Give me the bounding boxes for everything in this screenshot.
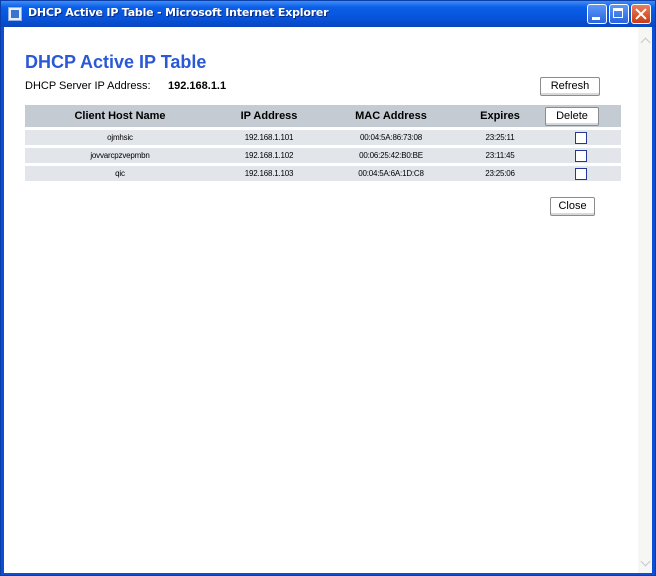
refresh-button[interactable]: Refresh: [540, 77, 600, 96]
table-row: qic 192.168.1.103 00:04:5A:6A:1D:C8 23:2…: [25, 166, 621, 181]
cell-ip: 192.168.1.103: [215, 166, 323, 181]
close-window-icon[interactable]: [631, 4, 651, 24]
dhcp-table-container: Client Host Name IP Address MAC Address …: [25, 105, 621, 184]
window-title: DHCP Active IP Table - Microsoft Interne…: [28, 6, 329, 19]
cell-expires: 23:11:45: [459, 148, 541, 163]
cell-host: jovvarcpzvepmbn: [25, 148, 215, 163]
browser-window: DHCP Active IP Table - Microsoft Interne…: [0, 0, 656, 576]
cell-ip: 192.168.1.101: [215, 130, 323, 145]
cell-ip: 192.168.1.102: [215, 148, 323, 163]
window-client-area: DHCP Active IP Table DHCP Server IP Addr…: [4, 27, 652, 573]
close-button[interactable]: Close: [550, 197, 595, 216]
cell-delete: [541, 166, 621, 181]
scroll-down-icon[interactable]: [639, 557, 651, 569]
scroll-up-icon[interactable]: [639, 35, 651, 47]
cell-delete: [541, 130, 621, 145]
table-row: ojmhsic 192.168.1.101 00:04:5A:86:73:08 …: [25, 130, 621, 145]
cell-mac: 00:06:25:42:B0:BE: [323, 148, 459, 163]
column-header-mac: MAC Address: [323, 105, 459, 127]
cell-mac: 00:04:5A:6A:1D:C8: [323, 166, 459, 181]
delete-button[interactable]: Delete: [545, 107, 599, 126]
ie-page-icon: [8, 7, 22, 21]
page-content: DHCP Active IP Table DHCP Server IP Addr…: [4, 27, 638, 573]
cell-expires: 23:25:11: [459, 130, 541, 145]
server-ip-value: 192.168.1.1: [168, 80, 227, 92]
column-header-expires: Expires: [459, 105, 541, 127]
dhcp-table: Client Host Name IP Address MAC Address …: [25, 102, 621, 184]
server-ip-label: DHCP Server IP Address:: [25, 80, 151, 92]
cell-expires: 23:25:06: [459, 166, 541, 181]
cell-mac: 00:04:5A:86:73:08: [323, 130, 459, 145]
title-bar[interactable]: DHCP Active IP Table - Microsoft Interne…: [1, 1, 655, 27]
page-title: DHCP Active IP Table: [25, 52, 207, 72]
cell-delete: [541, 148, 621, 163]
column-header-ip: IP Address: [215, 105, 323, 127]
cell-host: ojmhsic: [25, 130, 215, 145]
table-header-row: Client Host Name IP Address MAC Address …: [25, 105, 621, 127]
delete-checkbox[interactable]: [575, 131, 587, 144]
delete-checkbox[interactable]: [575, 149, 587, 162]
table-row: jovvarcpzvepmbn 192.168.1.102 00:06:25:4…: [25, 148, 621, 163]
delete-checkbox[interactable]: [575, 167, 587, 180]
cell-host: qic: [25, 166, 215, 181]
vertical-scrollbar[interactable]: [638, 27, 652, 573]
column-header-host: Client Host Name: [25, 105, 215, 127]
minimize-icon[interactable]: [587, 4, 607, 24]
maximize-icon[interactable]: [609, 4, 629, 24]
